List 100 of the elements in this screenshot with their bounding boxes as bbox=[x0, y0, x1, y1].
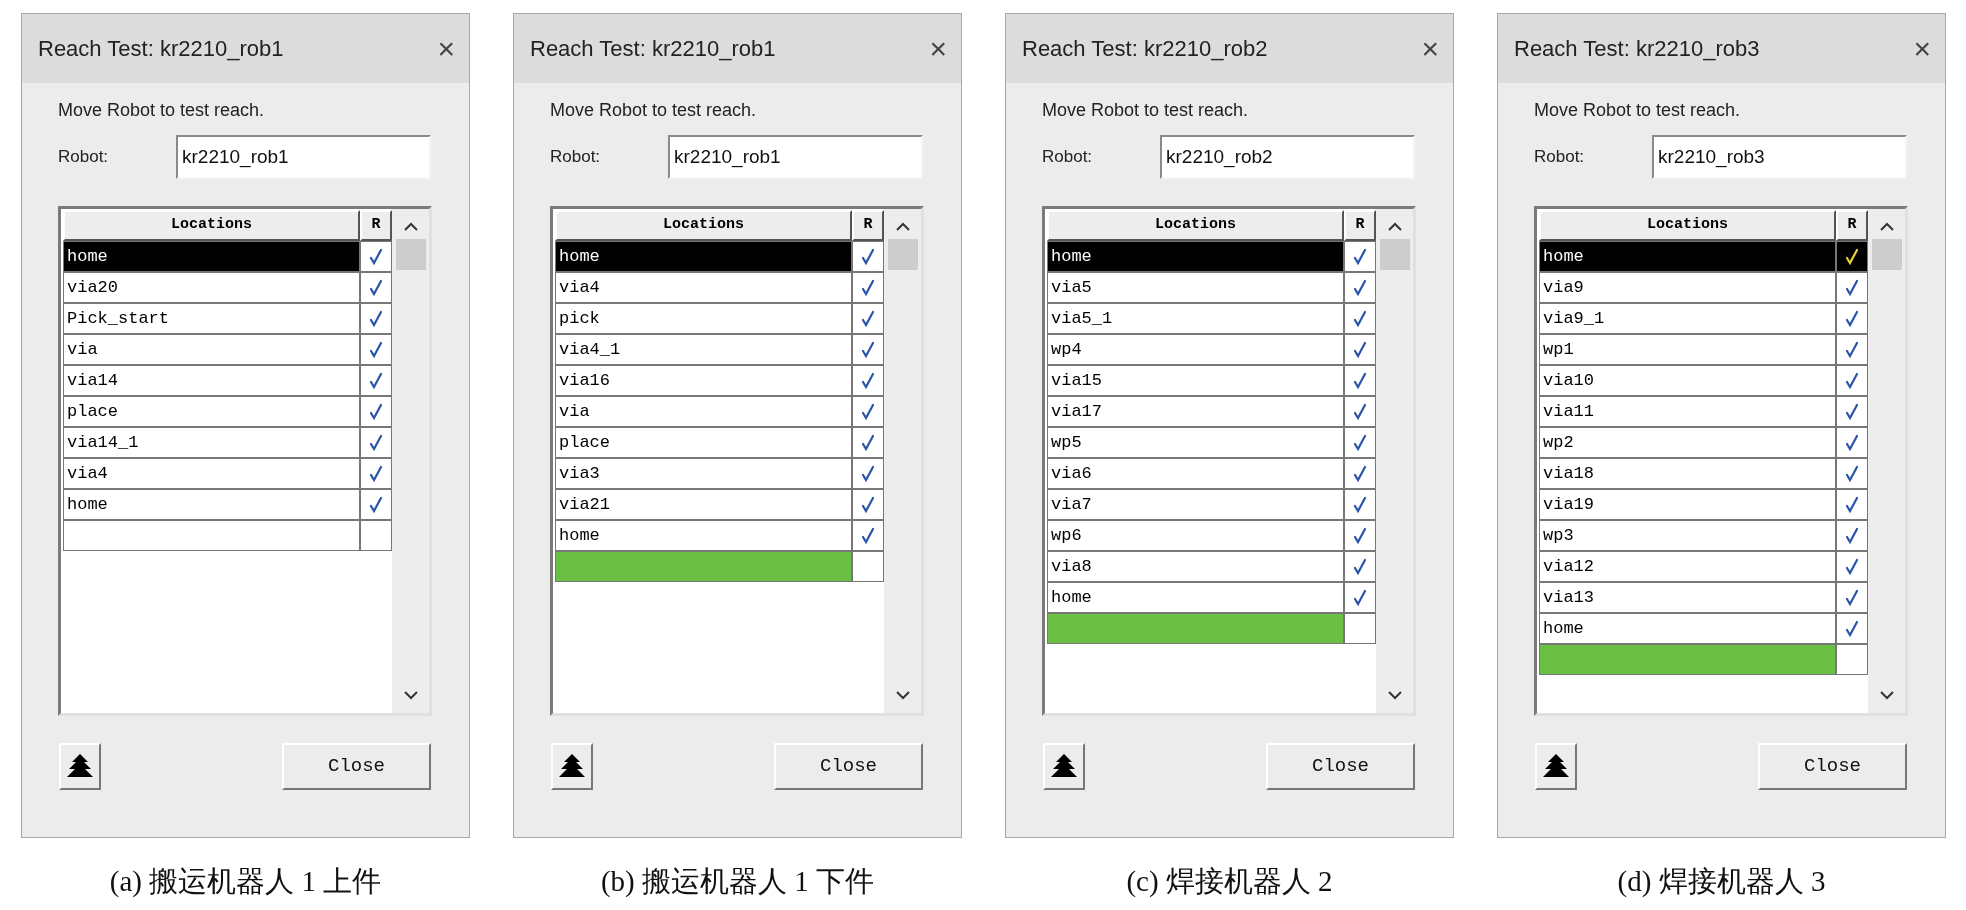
table-cell[interactable]: via17 bbox=[1047, 396, 1344, 427]
table-cell[interactable]: via9_1 bbox=[1539, 303, 1836, 334]
chevron-down-icon[interactable] bbox=[894, 691, 911, 701]
robot-field[interactable]: kr2210_rob3 bbox=[1652, 135, 1907, 179]
table-cell[interactable]: via7 bbox=[1047, 489, 1344, 520]
table-cell[interactable]: via3 bbox=[555, 458, 852, 489]
window-title: Reach Test: kr2210_rob1 bbox=[38, 35, 284, 63]
table-cell[interactable]: home bbox=[1047, 582, 1344, 613]
chevron-up-icon[interactable] bbox=[402, 221, 419, 231]
robot-field[interactable]: kr2210_rob2 bbox=[1160, 135, 1415, 179]
table-cell[interactable]: via4_1 bbox=[555, 334, 852, 365]
scrollbar-thumb[interactable] bbox=[1379, 239, 1410, 270]
field-label: Robot: bbox=[58, 146, 110, 169]
figure-caption: (d) 焊接机器人 3 bbox=[1617, 864, 1826, 899]
scrollbar-thumb[interactable] bbox=[395, 239, 426, 270]
instruction-text: Move Robot to test reach. bbox=[58, 99, 266, 122]
column-header: R bbox=[360, 210, 392, 241]
scrollbar[interactable] bbox=[1868, 209, 1905, 713]
scrollbar[interactable] bbox=[884, 209, 921, 713]
robot-field[interactable]: kr2210_rob1 bbox=[668, 135, 923, 179]
table-cell[interactable]: via5 bbox=[1047, 272, 1344, 303]
scrollbar[interactable] bbox=[392, 209, 429, 713]
window-title: Reach Test: kr2210_rob1 bbox=[530, 35, 776, 63]
figure-caption: (a) 搬运机器人 1 上件 bbox=[109, 864, 382, 899]
table-cell[interactable]: wp6 bbox=[1047, 520, 1344, 551]
window-title: Reach Test: kr2210_rob3 bbox=[1514, 35, 1760, 63]
table-cell[interactable]: via15 bbox=[1047, 365, 1344, 396]
instruction-text: Move Robot to test reach. bbox=[550, 99, 758, 122]
column-header: Locations bbox=[1539, 210, 1836, 241]
table-cell[interactable]: wp2 bbox=[1539, 427, 1836, 458]
table-cell[interactable]: via bbox=[555, 396, 852, 427]
table-cell[interactable]: via19 bbox=[1539, 489, 1836, 520]
instruction-text: Move Robot to test reach. bbox=[1042, 99, 1250, 122]
table-cell[interactable]: via21 bbox=[555, 489, 852, 520]
table-cell[interactable]: via4 bbox=[555, 272, 852, 303]
table-cell[interactable]: via20 bbox=[63, 272, 360, 303]
table-cell[interactable] bbox=[63, 520, 360, 551]
table-cell[interactable]: via18 bbox=[1539, 458, 1836, 489]
table-cell[interactable]: Pick_start bbox=[63, 303, 360, 334]
tree-button[interactable] bbox=[1043, 743, 1085, 790]
table-cell[interactable]: home bbox=[1047, 241, 1344, 272]
robot-field[interactable]: kr2210_rob1 bbox=[176, 135, 431, 179]
table-cell[interactable]: wp1 bbox=[1539, 334, 1836, 365]
column-header: Locations bbox=[1047, 210, 1344, 241]
tree-button[interactable] bbox=[1535, 743, 1577, 790]
table-cell[interactable]: via10 bbox=[1539, 365, 1836, 396]
table-cell[interactable]: wp5 bbox=[1047, 427, 1344, 458]
table-cell[interactable]: wp3 bbox=[1539, 520, 1836, 551]
chevron-up-icon[interactable] bbox=[894, 221, 911, 231]
column-header: R bbox=[1836, 210, 1868, 241]
table-cell[interactable]: home bbox=[63, 241, 360, 272]
table-cell[interactable]: home bbox=[555, 241, 852, 272]
close-button[interactable]: Close bbox=[774, 743, 923, 790]
scrollbar-thumb[interactable] bbox=[887, 239, 918, 270]
table-cell[interactable]: via9 bbox=[1539, 272, 1836, 303]
close-button[interactable]: Close bbox=[1266, 743, 1415, 790]
table-cell[interactable]: via14_1 bbox=[63, 427, 360, 458]
close-button[interactable]: Close bbox=[1758, 743, 1907, 790]
column-header: R bbox=[1344, 210, 1376, 241]
column-header: Locations bbox=[555, 210, 852, 241]
table-cell[interactable] bbox=[555, 551, 852, 582]
table-cell[interactable]: wp4 bbox=[1047, 334, 1344, 365]
figure-caption: (b) 搬运机器人 1 下件 bbox=[600, 864, 875, 899]
instruction-text: Move Robot to test reach. bbox=[1534, 99, 1742, 122]
tree-button[interactable] bbox=[59, 743, 101, 790]
column-header: Locations bbox=[63, 210, 360, 241]
field-label: Robot: bbox=[1042, 146, 1094, 169]
column-header: R bbox=[852, 210, 884, 241]
tree-button[interactable] bbox=[551, 743, 593, 790]
scrollbar[interactable] bbox=[1376, 209, 1413, 713]
table-cell[interactable]: place bbox=[555, 427, 852, 458]
table-cell[interactable]: via4 bbox=[63, 458, 360, 489]
close-button[interactable]: Close bbox=[282, 743, 431, 790]
table-cell[interactable]: home bbox=[555, 520, 852, 551]
chevron-down-icon[interactable] bbox=[402, 691, 419, 701]
table-cell[interactable]: via14 bbox=[63, 365, 360, 396]
table-cell[interactable]: home bbox=[1539, 241, 1836, 272]
table-cell[interactable] bbox=[1539, 644, 1836, 675]
table-cell[interactable]: via16 bbox=[555, 365, 852, 396]
table-cell[interactable]: via12 bbox=[1539, 551, 1836, 582]
chevron-down-icon[interactable] bbox=[1878, 691, 1895, 701]
table-cell[interactable]: via bbox=[63, 334, 360, 365]
table-cell[interactable]: via6 bbox=[1047, 458, 1344, 489]
field-label: Robot: bbox=[550, 146, 602, 169]
table-cell[interactable]: via13 bbox=[1539, 582, 1836, 613]
table-cell[interactable]: pick bbox=[555, 303, 852, 334]
window-title: Reach Test: kr2210_rob2 bbox=[1022, 35, 1268, 63]
table-cell[interactable] bbox=[1047, 613, 1344, 644]
chevron-down-icon[interactable] bbox=[1386, 691, 1403, 701]
field-label: Robot: bbox=[1534, 146, 1586, 169]
chevron-up-icon[interactable] bbox=[1878, 221, 1895, 231]
table-cell[interactable]: home bbox=[1539, 613, 1836, 644]
table-cell[interactable]: via11 bbox=[1539, 396, 1836, 427]
table-cell[interactable]: via5_1 bbox=[1047, 303, 1344, 334]
scrollbar-thumb[interactable] bbox=[1871, 239, 1902, 270]
table-cell[interactable]: home bbox=[63, 489, 360, 520]
table-cell[interactable]: place bbox=[63, 396, 360, 427]
figure-caption: (c) 焊接机器人 2 bbox=[1126, 864, 1333, 899]
chevron-up-icon[interactable] bbox=[1386, 221, 1403, 231]
table-cell[interactable]: via8 bbox=[1047, 551, 1344, 582]
